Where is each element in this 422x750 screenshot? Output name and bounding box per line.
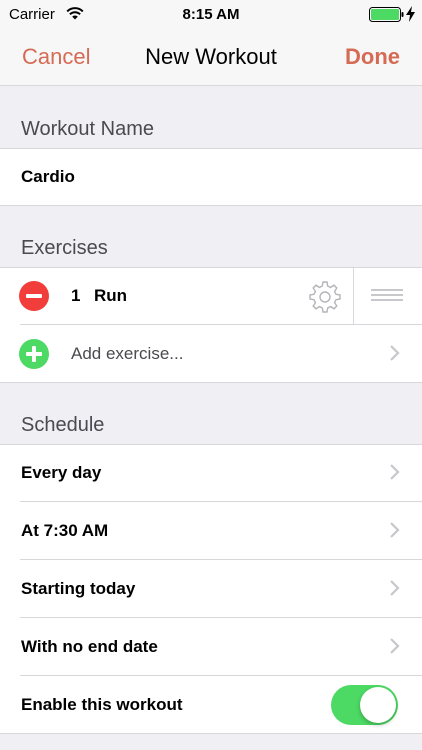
workout-name-value[interactable]: Cardio bbox=[21, 167, 75, 187]
clock: 8:15 AM bbox=[182, 6, 240, 23]
exercise-row[interactable]: 1 Run bbox=[0, 267, 422, 325]
chevron-right-icon bbox=[390, 522, 400, 538]
schedule-frequency-label: Every day bbox=[21, 463, 102, 482]
charging-bolt-icon bbox=[406, 6, 415, 22]
enable-workout-label: Enable this workout bbox=[21, 695, 183, 714]
battery-icon bbox=[369, 7, 404, 22]
gear-icon[interactable] bbox=[309, 281, 341, 313]
chevron-right-icon bbox=[390, 345, 400, 361]
done-button[interactable]: Done bbox=[345, 44, 400, 70]
divider bbox=[0, 733, 422, 734]
schedule-time-row[interactable]: At 7:30 AM bbox=[0, 502, 422, 560]
add-exercise-label: Add exercise... bbox=[71, 344, 184, 363]
schedule-start-row[interactable]: Starting today bbox=[0, 560, 422, 618]
schedule-end-label: With no end date bbox=[21, 637, 158, 656]
schedule-time-label: At 7:30 AM bbox=[21, 521, 109, 540]
status-bar: Carrier 8:15 AM bbox=[0, 0, 422, 30]
section-header-schedule: Schedule bbox=[21, 414, 105, 436]
chevron-right-icon bbox=[390, 464, 400, 480]
exercise-name: Run bbox=[94, 286, 128, 305]
divider bbox=[0, 148, 422, 149]
divider bbox=[0, 267, 422, 268]
remove-exercise-button[interactable] bbox=[19, 281, 49, 311]
schedule-end-row[interactable]: With no end date bbox=[0, 618, 422, 676]
divider bbox=[0, 444, 422, 445]
enable-workout-row: Enable this workout bbox=[0, 676, 422, 734]
divider bbox=[353, 267, 354, 325]
add-exercise-row[interactable]: Add exercise... bbox=[0, 325, 422, 383]
section-header-workout-name: Workout Name bbox=[21, 118, 155, 140]
chevron-right-icon bbox=[390, 638, 400, 654]
exercise-number: 1 bbox=[71, 286, 81, 305]
enable-workout-toggle[interactable] bbox=[331, 685, 398, 725]
workout-name-field[interactable]: Cardio bbox=[0, 148, 422, 206]
schedule-start-label: Starting today bbox=[21, 579, 136, 598]
navigation-bar: Cancel New Workout Done bbox=[0, 30, 422, 86]
reorder-handle-icon[interactable] bbox=[371, 289, 403, 303]
toggle-knob[interactable] bbox=[360, 687, 396, 723]
schedule-frequency-row[interactable]: Every day bbox=[0, 444, 422, 502]
add-icon[interactable] bbox=[19, 339, 49, 369]
chevron-right-icon bbox=[390, 580, 400, 596]
section-header-exercises: Exercises bbox=[21, 237, 108, 259]
